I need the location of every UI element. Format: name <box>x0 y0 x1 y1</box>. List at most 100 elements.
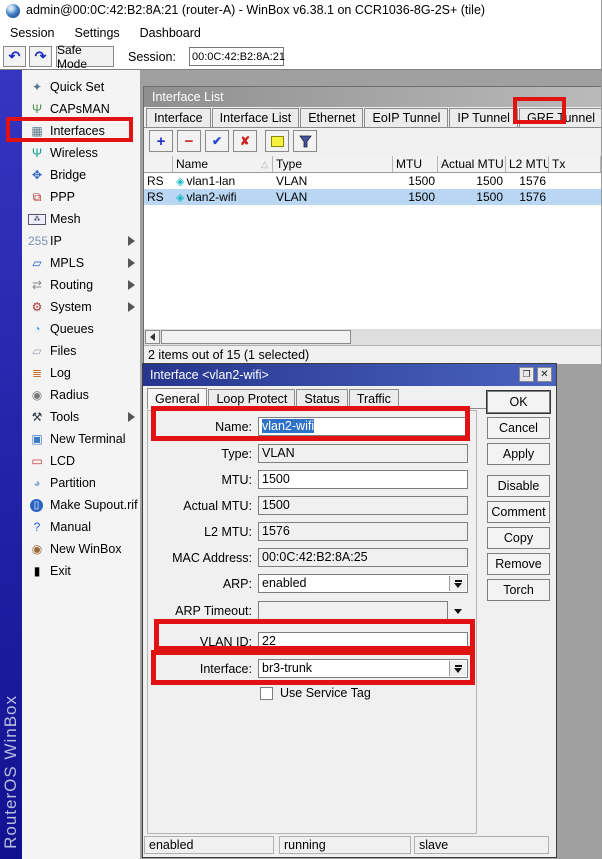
winbox-logo-icon <box>6 4 20 18</box>
exit-door-icon: ▮ <box>33 564 41 578</box>
comment-button[interactable]: Comment <box>487 501 550 523</box>
queues-icon: ◔ <box>33 322 41 336</box>
sidebar-item-mpls[interactable]: ▱ MPLS <box>22 252 140 274</box>
interface-list-window-title[interactable]: Interface List <box>144 87 601 107</box>
vlan-id-input[interactable]: 22 <box>258 632 468 651</box>
remove-button[interactable]: − <box>177 130 201 152</box>
arp-timeout-dropdown[interactable] <box>258 601 448 620</box>
menu-settings[interactable]: Settings <box>64 24 129 42</box>
col-name[interactable]: Name △ <box>173 156 273 172</box>
radius-icon: ◉ <box>31 388 43 402</box>
menu-session[interactable]: Session <box>0 24 64 42</box>
sidebar-item-wireless[interactable]: Ψ Wireless <box>22 142 140 164</box>
submenu-arrow-icon <box>128 236 135 246</box>
col-type[interactable]: Type <box>273 156 393 172</box>
l2-mtu-field-row: L2 MTU: 1576 <box>148 522 476 542</box>
tab-interface[interactable]: Interface <box>146 108 211 127</box>
sidebar-item-tools[interactable]: ⚒ Tools <box>22 406 140 428</box>
tab-interface-list[interactable]: Interface List <box>211 108 300 127</box>
dialog-titlebar[interactable]: Interface <vlan2-wifi> <box>143 364 556 386</box>
copy-button[interactable]: Copy <box>487 527 550 549</box>
use-service-tag-checkbox[interactable] <box>260 687 273 700</box>
sidebar-item-partition[interactable]: ◕ Partition <box>22 472 140 494</box>
sidebar-item-new-winbox[interactable]: ◉ New WinBox <box>22 538 140 560</box>
ok-button[interactable]: OK <box>487 391 550 413</box>
col-actual-mtu[interactable]: Actual MTU <box>438 156 506 172</box>
bridge-icon: ✥ <box>31 168 43 182</box>
col-flags[interactable] <box>144 156 173 172</box>
sidebar-item-log[interactable]: ≣ Log <box>22 362 140 384</box>
comment-button[interactable] <box>265 130 289 152</box>
col-mtu[interactable]: MTU <box>393 156 438 172</box>
dropdown-arrow-icon[interactable] <box>454 609 462 614</box>
sidebar-item-mesh[interactable]: ⁂ Mesh <box>22 208 140 230</box>
sidebar-item-bridge[interactable]: ✥ Bridge <box>22 164 140 186</box>
arp-timeout-field-row: ARP Timeout: <box>148 601 476 621</box>
routing-icon: ⇄ <box>31 278 43 292</box>
name-input[interactable]: vlan2-wifi <box>258 417 468 436</box>
col-tx[interactable]: Tx <box>549 156 601 172</box>
tab-status[interactable]: Status <box>296 389 348 408</box>
mpls-icon: ▱ <box>32 256 42 270</box>
filter-funnel-icon <box>298 135 312 147</box>
sidebar-item-quick-set[interactable]: ✦ Quick Set <box>22 76 140 98</box>
tab-general[interactable]: General <box>147 388 208 409</box>
sidebar-item-exit[interactable]: ▮ Exit <box>22 560 140 582</box>
tab-traffic[interactable]: Traffic <box>348 389 399 408</box>
safe-mode-button[interactable]: Safe Mode <box>56 43 114 71</box>
remove-button[interactable]: Remove <box>487 553 550 575</box>
sidebar-item-ip[interactable]: 255 IP <box>22 230 140 252</box>
interface-label: Interface: <box>199 662 252 676</box>
partition-icon: ◕ <box>33 476 41 490</box>
sidebar-item-queues[interactable]: ◔ Queues <box>22 318 140 340</box>
undo-button[interactable]: ↶ <box>3 46 26 67</box>
mtu-input[interactable]: 1500 <box>258 470 468 489</box>
tab-loop-protect[interactable]: Loop Protect <box>208 389 296 408</box>
torch-button[interactable]: Torch <box>487 579 550 601</box>
arp-dropdown[interactable]: enabled <box>258 574 468 593</box>
menu-dashboard[interactable]: Dashboard <box>130 24 211 42</box>
tab-ip-tunnel[interactable]: IP Tunnel <box>449 108 518 127</box>
redo-button[interactable]: ↷ <box>29 46 52 67</box>
interface-list-statusbar: 2 items out of 15 (1 selected) <box>144 345 601 364</box>
tab-eoip-tunnel[interactable]: EoIP Tunnel <box>364 108 449 127</box>
col-l2-mtu[interactable]: L2 MTU <box>506 156 549 172</box>
table-row-vlan1-lan[interactable]: RS ◈ vlan1-lan VLAN 1500 1500 1576 <box>144 173 601 189</box>
sidebar-item-new-terminal[interactable]: ▣ New Terminal <box>22 428 140 450</box>
sidebar-item-capsman[interactable]: Ψ CAPsMAN <box>22 98 140 120</box>
sidebar-item-ppp[interactable]: ⧉ PPP <box>22 186 140 208</box>
sidebar-item-radius[interactable]: ◉ Radius <box>22 384 140 406</box>
dropdown-arrow-icon[interactable] <box>449 576 466 591</box>
interface-card-icon: ▦ <box>31 124 43 138</box>
session-field[interactable]: 00:0C:42:B2:8A:21 <box>189 47 285 66</box>
type-label: Type: <box>221 447 252 461</box>
lcd-icon: ▭ <box>31 454 43 468</box>
disable-button[interactable]: Disable <box>487 475 550 497</box>
filter-button[interactable] <box>293 130 317 152</box>
scroll-left-button[interactable] <box>145 330 160 344</box>
table-row-vlan2-wifi-selected[interactable]: RS ◈ vlan2-wifi VLAN 1500 1500 1576 <box>144 189 601 205</box>
general-form-panel: Name: vlan2-wifi Type: VLAN MTU: 1500 Ac… <box>147 410 477 834</box>
sidebar-item-lcd[interactable]: ▭ LCD <box>22 450 140 472</box>
maximize-icon[interactable]: ❒ <box>519 367 534 382</box>
tab-ethernet[interactable]: Ethernet <box>300 108 364 127</box>
apply-button[interactable]: Apply <box>487 443 550 465</box>
tab-gre-tunnel[interactable]: GRE Tunnel <box>518 108 601 127</box>
dropdown-arrow-icon[interactable] <box>449 661 466 676</box>
scrollbar-thumb[interactable] <box>161 330 351 344</box>
interface-dropdown[interactable]: br3-trunk <box>258 659 468 678</box>
horizontal-scrollbar[interactable] <box>144 329 601 345</box>
close-icon[interactable]: ✕ <box>537 367 552 382</box>
sidebar-item-interfaces[interactable]: ▦ Interfaces <box>22 120 140 142</box>
sidebar-item-make-supout[interactable]: ▯ Make Supout.rif <box>22 494 140 516</box>
disable-button[interactable]: ✘ <box>233 130 257 152</box>
sidebar-item-system[interactable]: ⚙ System <box>22 296 140 318</box>
submenu-arrow-icon <box>128 258 135 268</box>
sidebar-item-files[interactable]: ▱ Files <box>22 340 140 362</box>
add-button[interactable]: + <box>149 130 173 152</box>
interface-table: Name △ Type MTU Actual MTU L2 MTU Tx RS ◈… <box>144 156 601 329</box>
sidebar-item-routing[interactable]: ⇄ Routing <box>22 274 140 296</box>
enable-button[interactable]: ✔ <box>205 130 229 152</box>
cancel-button[interactable]: Cancel <box>487 417 550 439</box>
sidebar-item-manual[interactable]: ? Manual <box>22 516 140 538</box>
